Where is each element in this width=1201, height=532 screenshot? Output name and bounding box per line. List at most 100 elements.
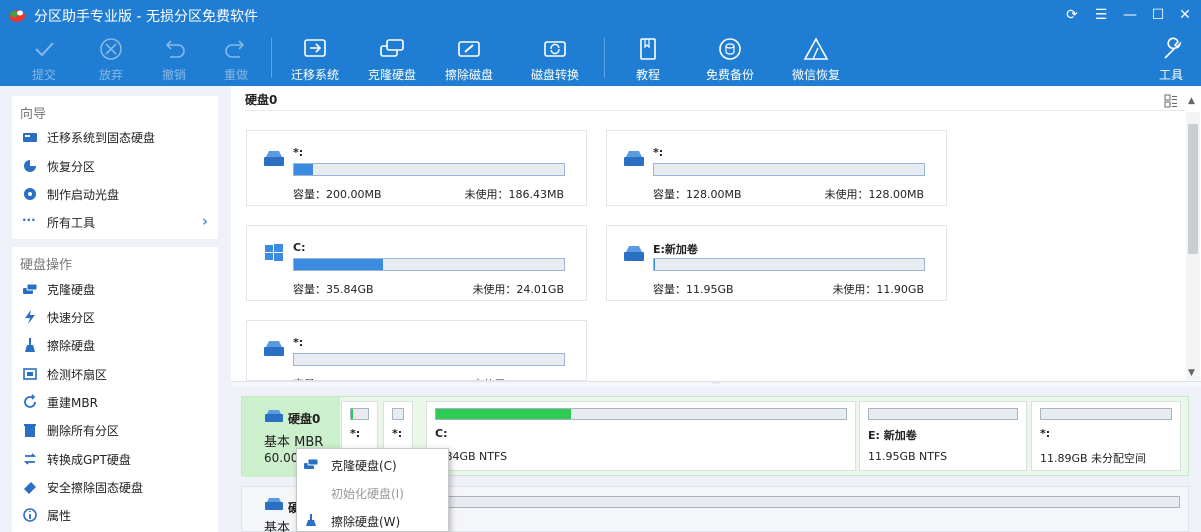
partition-bar: [1040, 408, 1172, 420]
drive-icon: [265, 410, 283, 422]
partition-tile[interactable]: E: 新加卷 11.95GB NTFS: [859, 401, 1027, 471]
convert-disk-icon: [544, 41, 566, 57]
drive-icon: [264, 341, 284, 356]
partition-detail: 11.89GB 未分配空间: [1040, 452, 1147, 465]
free-text: 未使用：24.01GB: [472, 283, 564, 296]
sidebar-item-label: 删除所有分区: [47, 424, 120, 438]
convert-disk-button[interactable]: 磁盘转换: [523, 30, 587, 86]
refresh-icon[interactable]: ⟳: [1061, 5, 1083, 25]
broom-icon: [306, 514, 316, 526]
migrate-system-label: 迁移系统: [290, 68, 339, 82]
free-text: 未使用：11.90GB: [832, 283, 924, 296]
sidebar-item-recover-partition[interactable]: 恢复分区: [20, 155, 216, 177]
view-toggle-icon[interactable]: [1163, 93, 1179, 109]
capacity-text: 容量：35.84GB: [293, 283, 374, 296]
tutorial-label: 教程: [635, 68, 660, 82]
clone-disk-icon: [23, 283, 38, 294]
context-menu: 克隆硬盘(C) 初始化硬盘(I) 擦除硬盘(W): [296, 448, 449, 532]
usage-bar: [653, 163, 925, 176]
menu-icon[interactable]: ☰: [1090, 5, 1112, 25]
menu-item-label: 克隆硬盘(C): [331, 459, 397, 473]
clone-disk-button[interactable]: 克隆硬盘: [360, 30, 424, 86]
scrollbar-thumb[interactable]: [1188, 124, 1198, 254]
sidebar-item-label: 快速分区: [47, 311, 96, 325]
divider: [245, 110, 1185, 111]
scroll-down-icon[interactable]: ▼: [1188, 368, 1195, 378]
disk2-type: 基本: [264, 521, 291, 532]
maximize-icon[interactable]: ☐: [1147, 5, 1169, 25]
redo-button[interactable]: 重做: [204, 30, 268, 86]
capacity-text: 容量：128.00MB: [653, 188, 742, 201]
sidebar-item-bad-sector[interactable]: 检测坏扇区: [20, 363, 216, 385]
sidebar-item-clone-disk[interactable]: 克隆硬盘: [20, 278, 216, 300]
partition-card[interactable]: *:容量：11.89GB未使用：11.89GB: [246, 320, 587, 381]
lightning-icon: [25, 310, 35, 324]
wechat-recovery-button[interactable]: 微信恢复: [784, 30, 848, 86]
partition-bar: [435, 408, 847, 420]
convert-icon: [23, 453, 37, 465]
toolbar-separator: [604, 38, 605, 78]
partition-tile[interactable]: *: 11.89GB 未分配空间: [1031, 401, 1181, 471]
partition-bar: [350, 408, 369, 420]
usage-fill: [294, 164, 313, 175]
tutorial-button[interactable]: 教程: [616, 30, 680, 86]
sidebar-item-secure-erase[interactable]: 安全擦除固态硬盘: [20, 476, 216, 498]
usage-bar: [293, 353, 565, 366]
disk-ops-title: 硬盘操作: [20, 258, 73, 273]
menu-item-init-disk[interactable]: 初始化硬盘(I): [297, 478, 448, 506]
wipe-disk-label: 擦除磁盘: [444, 68, 493, 82]
menu-item-label: 擦除硬盘(W): [331, 515, 401, 529]
sidebar-item-label: 擦除硬盘: [47, 339, 96, 353]
scroll-up-icon[interactable]: ▲: [1188, 96, 1195, 106]
menu-item-clone-disk[interactable]: 克隆硬盘(C): [297, 450, 448, 478]
sidebar-item-all-tools[interactable]: ··· 所有工具 ›: [20, 211, 216, 233]
sidebar-item-label: 检测坏扇区: [47, 368, 108, 382]
disk-title: 硬盘0: [245, 93, 278, 107]
book-icon: [640, 38, 656, 60]
partition-card[interactable]: C: 容量：35.84GB 未使用：24.01GB: [246, 225, 587, 301]
sidebar-item-properties[interactable]: 属性: [20, 504, 216, 526]
menu-item-wipe-disk[interactable]: 擦除硬盘(W): [297, 506, 448, 532]
minimize-icon[interactable]: —: [1119, 5, 1141, 25]
disk-size: 60.00: [264, 451, 299, 465]
partition-label: *:: [1040, 427, 1051, 440]
usage-fill: [294, 259, 383, 270]
sidebar-item-label: 所有工具: [47, 216, 96, 230]
discard-button[interactable]: 放弃: [79, 30, 143, 86]
disk2-bar: [442, 496, 1180, 508]
check-icon: [35, 42, 54, 57]
tools-button[interactable]: 工具: [1139, 30, 1201, 86]
partition-card[interactable]: E:新加卷 容量：11.95GB 未使用：11.90GB: [606, 225, 947, 301]
migrate-system-button[interactable]: 迁移系统: [283, 30, 347, 86]
partition-card[interactable]: *: 容量：200.00MB 未使用：186.43MB: [246, 130, 587, 206]
partition-label: E: 新加卷: [868, 429, 917, 442]
sidebar-item-migrate-ssd[interactable]: 迁移系统到固态硬盘: [20, 126, 216, 148]
free-backup-button[interactable]: 免费备份: [698, 30, 762, 86]
wipe-disk-button[interactable]: 擦除磁盘: [437, 30, 501, 86]
sidebar-item-convert-gpt[interactable]: 转换成GPT硬盘: [20, 448, 216, 470]
clone-disk-icon: [380, 39, 404, 57]
undo-button[interactable]: 撤销: [142, 30, 206, 86]
sidebar-item-wipe-disk[interactable]: 擦除硬盘: [20, 334, 216, 356]
sidebar-item-label: 安全擦除固态硬盘: [47, 481, 144, 495]
partition-tile[interactable]: C: 5.84GB NTFS: [426, 401, 856, 471]
title-bar: 分区助手专业版 - 无损分区免费软件 ⟳ ☰ — ☐ ✕: [0, 0, 1201, 30]
usage-bar: [653, 258, 925, 271]
drive-icon: [264, 151, 284, 166]
wipe-disk-icon: [458, 41, 480, 57]
info-icon: [23, 508, 37, 522]
more-icon: ···: [22, 213, 36, 227]
partition-card[interactable]: *: 容量：128.00MB 未使用：128.00MB: [606, 130, 947, 206]
app-logo-icon: [9, 10, 25, 22]
sidebar-item-boot-disk[interactable]: 制作启动光盘: [20, 183, 216, 205]
wechat-recovery-label: 微信恢复: [791, 68, 840, 82]
undo-icon: [165, 40, 185, 58]
partition-name: E:新加卷: [653, 243, 698, 256]
sidebar-item-quick-partition[interactable]: 快速分区: [20, 306, 216, 328]
sidebar-item-rebuild-mbr[interactable]: 重建MBR: [20, 391, 216, 413]
sidebar-item-delete-all[interactable]: 删除所有分区: [20, 419, 216, 441]
submit-button[interactable]: 提交: [12, 30, 76, 86]
close-icon[interactable]: ✕: [1174, 5, 1196, 25]
toolbar-separator: [271, 38, 272, 78]
scan-icon: [23, 368, 37, 380]
